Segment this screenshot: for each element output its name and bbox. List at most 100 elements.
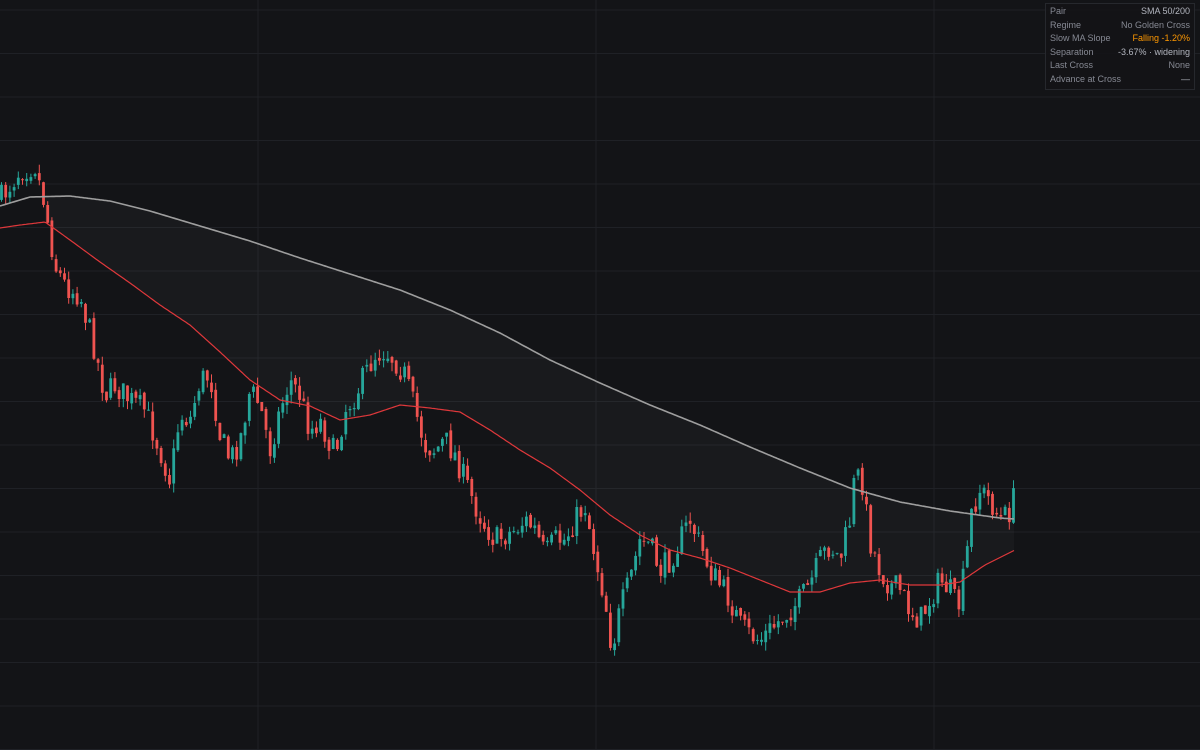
price-chart[interactable]: Pair SMA 50/200 Regime No Golden Cross S… <box>0 0 1200 750</box>
candle-body <box>441 438 444 446</box>
candle-body <box>630 569 633 577</box>
candle-body <box>638 539 642 557</box>
candle-body <box>579 507 583 517</box>
info-label: Separation <box>1050 46 1094 57</box>
chart-canvas[interactable] <box>0 0 1200 750</box>
candle-body <box>961 568 965 611</box>
candle-body <box>159 448 163 464</box>
candle-body <box>298 385 301 400</box>
candle-body <box>621 589 625 609</box>
candle-body <box>928 605 931 617</box>
candle-body <box>197 391 201 401</box>
candle-body <box>365 364 369 367</box>
candle-body <box>340 436 343 451</box>
info-row-slow-ma-slope: Slow MA Slope Falling -1.20% <box>1050 32 1190 46</box>
candle-body <box>877 554 881 575</box>
candle-body <box>315 427 318 434</box>
candle-body <box>193 403 197 417</box>
candle-body <box>189 416 192 424</box>
candle-body <box>550 534 553 543</box>
candle-body <box>369 363 373 372</box>
candle-body <box>37 173 41 181</box>
candle-body <box>541 534 545 542</box>
candle-body <box>373 359 377 371</box>
candle-body <box>747 618 751 628</box>
candle-body <box>285 394 289 406</box>
candle-body <box>25 178 29 182</box>
candle-body <box>33 174 37 177</box>
candle-body <box>46 205 50 223</box>
candle-body <box>168 475 171 485</box>
candle-body <box>327 439 331 451</box>
candle-body <box>273 444 276 458</box>
candle-body <box>789 617 793 621</box>
candle-body <box>625 577 629 589</box>
candle-body <box>4 184 8 198</box>
candle-body <box>911 615 915 618</box>
info-label: Last Cross <box>1050 60 1094 70</box>
candle-body <box>16 177 20 185</box>
candle-body <box>571 535 574 537</box>
candle-body <box>865 496 868 505</box>
candle-body <box>138 395 142 400</box>
candle-body <box>214 389 218 421</box>
candle-body <box>562 539 566 545</box>
candle-body <box>163 463 167 476</box>
candle-body <box>806 583 810 585</box>
candle-body <box>117 390 121 399</box>
candle-body <box>357 393 360 410</box>
candle-body <box>718 570 721 586</box>
candle-body <box>802 584 805 589</box>
candle-body <box>655 537 658 566</box>
candle-body <box>289 380 293 395</box>
candle-body <box>986 490 990 497</box>
candle-body <box>0 184 3 200</box>
candle-body <box>348 409 352 411</box>
candle-body <box>949 579 952 593</box>
candle-body <box>88 319 92 323</box>
candle-body <box>336 439 339 450</box>
candle-body <box>756 639 759 641</box>
candle-body <box>222 434 226 438</box>
candle-body <box>499 528 503 539</box>
candle-body <box>982 487 986 494</box>
candle-body <box>67 279 71 298</box>
candle-body <box>277 411 280 444</box>
candle-body <box>483 522 486 529</box>
ma-gap-fill <box>45 196 1014 592</box>
candle-body <box>613 643 616 651</box>
candle-body <box>642 540 646 542</box>
candle-body <box>470 479 474 496</box>
candle-body <box>881 575 885 585</box>
candle-body <box>818 550 822 557</box>
candle-body <box>205 370 209 381</box>
info-value: Falling -1.20% <box>1132 33 1190 43</box>
candle-body <box>390 357 394 363</box>
candle-body <box>386 358 390 362</box>
candle-body <box>29 177 33 181</box>
candle-body <box>546 540 549 543</box>
candle-body <box>239 433 243 460</box>
candle-body <box>919 606 923 626</box>
candle-body <box>399 375 402 380</box>
candle-body <box>663 552 667 578</box>
candle-body <box>504 540 507 545</box>
candle-body <box>831 554 835 556</box>
candle-body <box>726 577 730 606</box>
candle-body <box>260 402 264 412</box>
candle-body <box>810 577 814 585</box>
candle-body <box>302 398 306 401</box>
info-row-advance-at-cross: Advance at Cross — <box>1050 73 1190 87</box>
candle-body <box>235 447 239 460</box>
candle-body <box>218 422 222 440</box>
candle-body <box>201 370 205 393</box>
candle-body <box>730 606 734 616</box>
candle-body <box>995 512 999 515</box>
candle-body <box>944 581 948 593</box>
candle-body <box>457 451 461 479</box>
candle-body <box>126 385 129 402</box>
candle-body <box>210 382 213 393</box>
info-label: Pair <box>1050 6 1067 16</box>
candle-body <box>583 513 587 516</box>
candle-body <box>92 318 96 359</box>
